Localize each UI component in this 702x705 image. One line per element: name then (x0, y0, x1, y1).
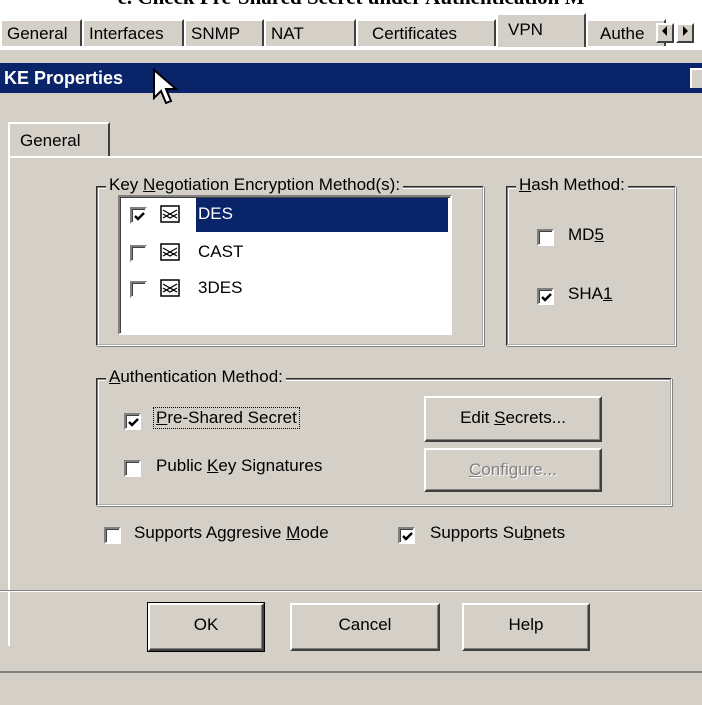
pre-shared-secret-checkbox[interactable] (124, 413, 141, 430)
aggressive-mode-checkbox[interactable] (104, 527, 121, 544)
pre-shared-secret-label: Pre-Shared Secret (153, 407, 300, 429)
configure-button[interactable]: Configure... (424, 448, 602, 492)
check-icon (402, 532, 413, 541)
encryption-icon (160, 243, 180, 261)
close-icon[interactable] (690, 68, 702, 88)
cancel-button[interactable]: Cancel (290, 603, 440, 651)
3des-checkbox[interactable] (130, 281, 147, 298)
hash-method-group: Hash Method: (506, 175, 676, 346)
separator (0, 590, 702, 592)
hash-method-legend: Hash Method: (516, 175, 628, 195)
encryption-icon (160, 279, 180, 297)
3des-label: 3DES (198, 278, 243, 297)
check-icon (541, 293, 552, 302)
mouse-pointer-icon (153, 68, 179, 105)
aggressive-mode-label: Supports Aggresive Mode (134, 523, 329, 542)
list-item-3des[interactable]: 3DES (120, 271, 450, 305)
des-checkbox[interactable] (130, 207, 147, 224)
status-bar (0, 671, 702, 703)
sha1-label: SHA1 (568, 284, 613, 303)
list-item-cast[interactable]: CAST (120, 235, 450, 269)
public-key-signatures-checkbox[interactable] (124, 460, 141, 477)
md5-checkbox[interactable] (537, 229, 554, 246)
check-icon (134, 212, 145, 221)
tab-scroll-right-button[interactable] (676, 23, 694, 43)
tab-general-inner[interactable]: General (8, 122, 110, 158)
dialog-title: KE Properties (0, 63, 702, 93)
des-label: DES (198, 204, 233, 223)
list-item-des[interactable]: DES (120, 197, 450, 232)
supports-subnets-checkbox[interactable] (398, 527, 415, 544)
encryption-method-list[interactable]: DES CAST 3DES (118, 195, 452, 335)
sha1-checkbox[interactable] (537, 288, 554, 305)
tab-vpn[interactable]: VPN (496, 13, 586, 47)
public-key-signatures-label: Public Key Signatures (156, 456, 323, 475)
md5-label: MD5 (568, 225, 604, 244)
supports-subnets-label: Supports Subnets (430, 523, 566, 542)
tab-scroll-left-button[interactable] (656, 23, 674, 43)
tab-general[interactable]: General (0, 19, 82, 46)
edit-secrets-button[interactable]: Edit Secrets... (424, 396, 602, 442)
tab-authe[interactable]: Authe (586, 19, 666, 46)
encryption-method-legend: Key Negotiation Encryption Method(s): (106, 175, 404, 195)
tab-interfaces[interactable]: Interfaces (82, 19, 184, 46)
authentication-method-legend: Authentication Method: (106, 367, 286, 387)
selection-highlight (196, 198, 448, 232)
help-button[interactable]: Help (462, 603, 590, 651)
properties-tab-strip: General Interfaces SNMP NAT Certificates… (0, 13, 702, 50)
ok-button[interactable]: OK (147, 602, 265, 652)
tab-nat[interactable]: NAT (264, 19, 356, 46)
check-icon (128, 418, 139, 427)
encryption-icon (160, 205, 180, 223)
ike-properties-dialog: KE Properties General Key Negotiation En… (0, 50, 702, 705)
arrow-left-icon (662, 26, 667, 36)
cast-checkbox[interactable] (130, 245, 147, 262)
arrow-right-icon (683, 26, 688, 36)
cast-label: CAST (198, 242, 244, 261)
tab-snmp[interactable]: SNMP (184, 19, 264, 46)
tab-certificates[interactable]: Certificates (356, 19, 496, 46)
